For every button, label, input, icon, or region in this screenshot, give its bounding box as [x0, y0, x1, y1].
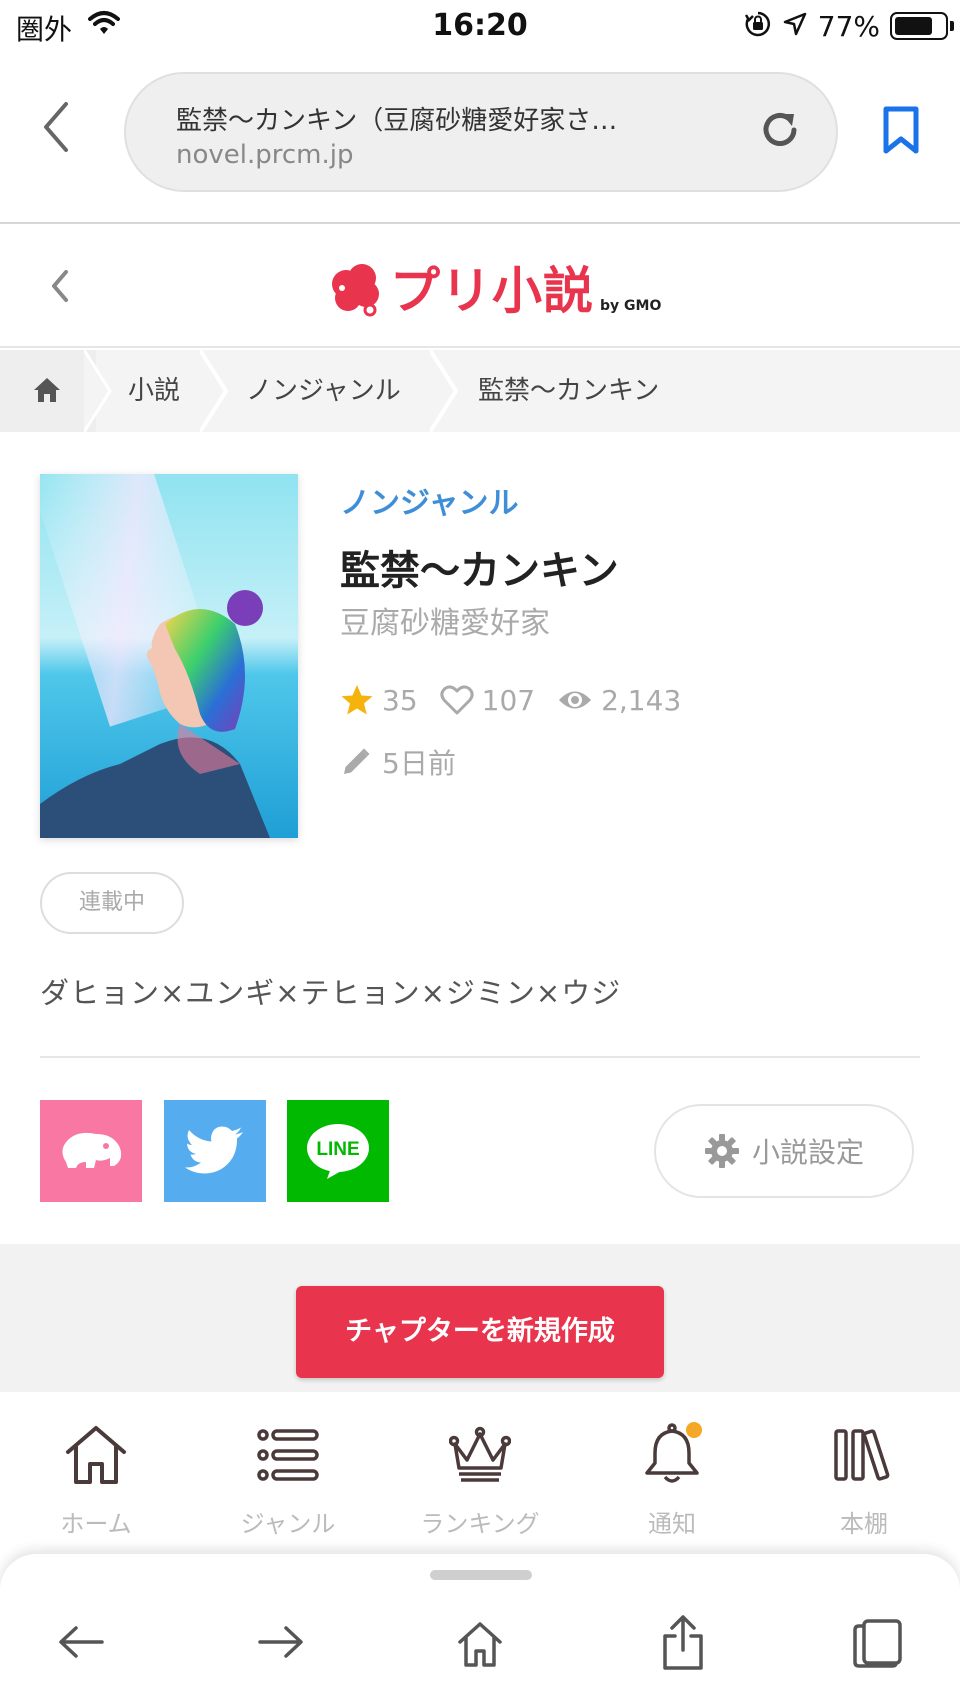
url-field[interactable]: 監禁〜カンキン（豆腐砂糖愛好家さ… novel.prcm.jp: [124, 72, 838, 192]
serialization-status-badge: 連載中: [40, 872, 184, 934]
eye-icon: [559, 691, 592, 709]
logo-cloud-icon: [326, 260, 384, 322]
view-stat: 2,143: [557, 684, 681, 717]
breadcrumb-item-novel[interactable]: 小説: [128, 350, 180, 432]
updated-text: 5日前: [382, 747, 456, 780]
reload-icon[interactable]: [758, 108, 802, 156]
battery-percent: 77%: [817, 9, 880, 43]
share-icon[interactable]: [660, 1614, 706, 1676]
elephant-icon: [62, 1132, 122, 1168]
breadcrumb: 小説 ノンジャンル 監禁〜カンキン: [0, 350, 960, 432]
location-arrow-icon: [782, 11, 808, 41]
status-bar: 圏外 16:20 77%: [0, 0, 960, 56]
view-count: 2,143: [601, 683, 682, 717]
like-count: 107: [481, 683, 536, 717]
browser-back-icon[interactable]: [40, 100, 72, 158]
nav-label-genre: ジャンル: [240, 1510, 336, 1538]
pencil-icon: [344, 748, 370, 774]
chapter-action-area: チャプターを新規作成: [0, 1244, 960, 1392]
novel-settings-button[interactable]: 小説設定: [654, 1104, 914, 1198]
logo-text: プリ小説: [390, 262, 594, 320]
breadcrumb-separator: [84, 350, 112, 432]
twitter-icon: [185, 1126, 243, 1174]
novel-stats: 35 107 2,143: [340, 680, 703, 720]
url-host: novel.prcm.jp: [176, 140, 354, 170]
gear-icon: [704, 1134, 739, 1168]
status-right: 77%: [744, 8, 954, 44]
line-label: LINE: [316, 1139, 359, 1160]
nav-label-ranking: ランキング: [420, 1510, 540, 1538]
battery-level: [895, 17, 932, 35]
app-bottom-nav: ホーム ジャンル ランキング 通知 本棚: [0, 1392, 960, 1564]
author-link[interactable]: 豆腐砂糖愛好家: [340, 598, 550, 642]
heart-icon: [440, 685, 474, 715]
share-twitter-button[interactable]: [164, 1100, 266, 1202]
novel-description: ダヒョン×ユンギ×テヒョン×ジミン×ウジ: [40, 976, 622, 1010]
create-chapter-button[interactable]: チャプターを新規作成: [296, 1286, 664, 1378]
breadcrumb-separator: [200, 350, 228, 432]
logo-gmo-text: by GMO: [600, 298, 662, 314]
page-title: 監禁〜カンキン（豆腐砂糖愛好家さ…: [176, 106, 618, 136]
back-arrow-icon[interactable]: [56, 1624, 106, 1664]
rotation-lock-icon: [744, 10, 772, 42]
nav-item-genre[interactable]: ジャンル: [208, 1420, 368, 1539]
breadcrumb-item-genre[interactable]: ノンジャンル: [246, 350, 401, 432]
nav-label-notifications: 通知: [648, 1510, 696, 1538]
battery-icon: [890, 12, 954, 40]
genre-link[interactable]: ノンジャンル: [340, 478, 519, 522]
home-icon[interactable]: [456, 1620, 504, 1672]
forward-arrow-icon[interactable]: [256, 1624, 306, 1664]
home-icon: [66, 1426, 126, 1484]
last-updated: 5日前: [340, 742, 456, 782]
bookmark-icon[interactable]: [882, 106, 920, 158]
home-icon: [34, 378, 60, 402]
star-icon: [341, 685, 373, 715]
browser-address-bar: 監禁〜カンキン（豆腐砂糖愛好家さ… novel.prcm.jp: [0, 56, 960, 224]
bookshelf-icon: [834, 1429, 890, 1481]
nav-item-bookshelf[interactable]: 本棚: [784, 1420, 944, 1539]
nav-item-notifications[interactable]: 通知: [592, 1420, 752, 1539]
line-icon: LINE: [307, 1124, 369, 1179]
novel-cover-image[interactable]: [40, 474, 298, 838]
site-header: プリ小説 by GMO: [0, 224, 960, 348]
crown-icon: [449, 1426, 511, 1482]
novel-title: 監禁〜カンキン: [340, 548, 619, 594]
browser-toolbar: [0, 1554, 960, 1706]
site-logo[interactable]: プリ小説 by GMO: [326, 252, 661, 322]
like-stat: 107: [440, 684, 535, 717]
settings-label: 小説設定: [751, 1136, 864, 1169]
list-icon: [257, 1429, 319, 1481]
breadcrumb-item-current: 監禁〜カンキン: [478, 376, 660, 406]
breadcrumb-home[interactable]: [0, 350, 96, 432]
breadcrumb-separator: [430, 350, 458, 432]
share-line-button[interactable]: LINE: [287, 1100, 389, 1202]
notification-badge: [686, 1422, 702, 1438]
star-count: 35: [382, 683, 418, 717]
nav-item-ranking[interactable]: ランキング: [400, 1420, 560, 1539]
tabs-icon[interactable]: [852, 1618, 904, 1672]
drag-handle[interactable]: [430, 1570, 532, 1580]
nav-label-bookshelf: 本棚: [840, 1510, 888, 1538]
nav-label-home: ホーム: [60, 1510, 132, 1538]
star-stat: 35: [340, 683, 418, 717]
share-elephant-button[interactable]: [40, 1100, 142, 1202]
nav-item-home[interactable]: ホーム: [16, 1420, 176, 1539]
site-back-icon[interactable]: [48, 266, 72, 310]
divider: [40, 1056, 920, 1058]
